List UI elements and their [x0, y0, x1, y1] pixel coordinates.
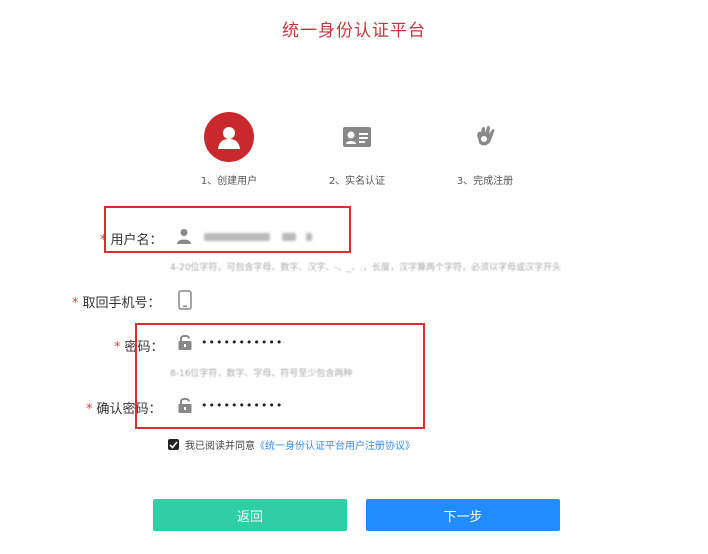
agreement-checkbox[interactable]: [168, 439, 179, 450]
step-complete: 3、完成注册: [440, 112, 530, 187]
step-create-user: 1、创建用户: [184, 112, 274, 187]
user-icon: [204, 112, 254, 162]
back-button[interactable]: 返回: [153, 499, 347, 531]
agreement-link[interactable]: 《统一身份认证平台用户注册协议》: [255, 437, 415, 452]
check-icon: [169, 440, 178, 449]
step-label: 1、创建用户: [200, 176, 258, 187]
step-label: 2、实名认证: [328, 176, 386, 187]
required-mark: *: [86, 402, 93, 417]
agreement-text: 我已阅读并同意: [185, 441, 255, 452]
page-title: 统一身份认证平台: [282, 21, 426, 41]
agreement-row: 我已阅读并同意 《统一身份认证平台用户注册协议》: [168, 437, 415, 452]
id-card-icon: [332, 112, 382, 162]
required-mark: *: [72, 296, 79, 311]
phone-input[interactable]: [200, 290, 340, 310]
highlight-box: [135, 323, 425, 429]
highlight-box: [104, 206, 351, 253]
next-button[interactable]: 下一步: [366, 499, 560, 531]
username-hint: 4-20位字符，可包含字母、数字、汉字、-、_、.，长度，汉字算两个字符，必须以…: [170, 263, 562, 273]
required-mark: *: [114, 340, 121, 355]
phone-label: * 取回手机号：: [72, 292, 161, 311]
phone-label-text: 取回手机号：: [82, 296, 161, 311]
step-real-name: 2、实名认证: [312, 112, 402, 187]
hand-ok-icon: [460, 112, 510, 162]
step-label: 3、完成注册: [456, 176, 514, 187]
phone-icon: [178, 290, 192, 314]
